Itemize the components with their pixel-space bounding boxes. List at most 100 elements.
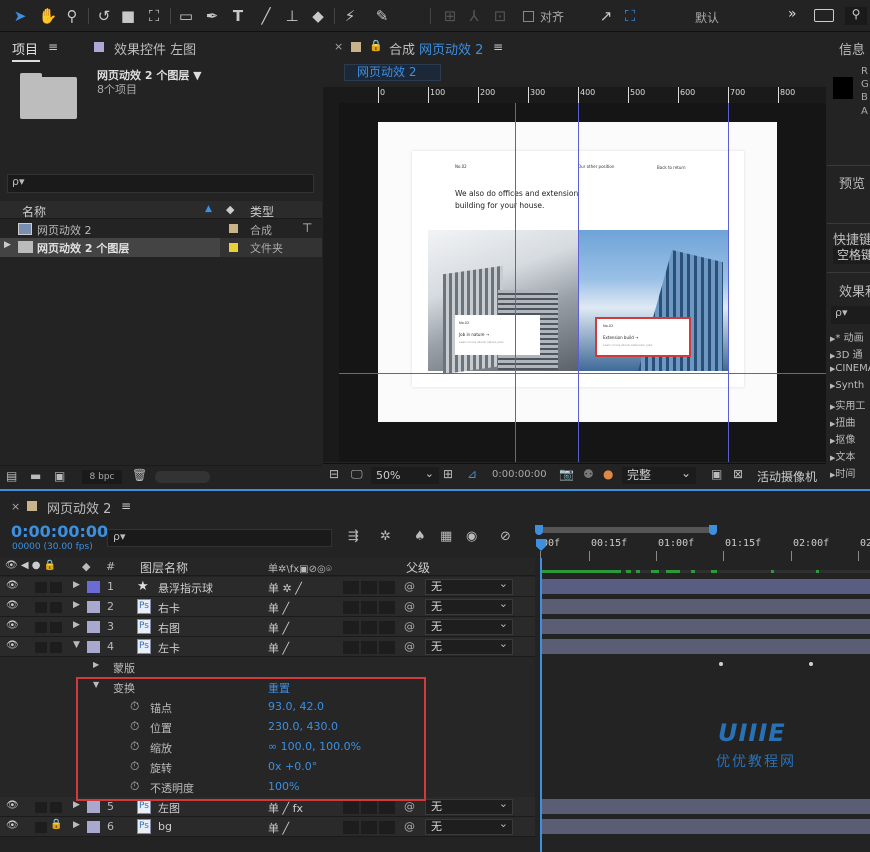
layer-mode-switches[interactable] [343, 601, 395, 614]
expand-arrow-icon[interactable]: ▶ [73, 580, 80, 590]
effect-group-item[interactable]: ▶3D 通 [830, 346, 863, 361]
solo-switch[interactable] [35, 622, 47, 633]
solo-switch[interactable] [35, 822, 47, 833]
show-snapshot-icon[interactable]: ⚉ [583, 467, 594, 481]
layer-switches[interactable]: 单 ╱ fx [268, 800, 303, 816]
label-tag-icon[interactable]: ◆ [82, 560, 90, 573]
visibility-eye-icon[interactable]: 👁 [6, 600, 19, 611]
layer-row[interactable]: 👁 ▼ 4 Ps 左卡 单 ╱ @ 无 [0, 637, 535, 657]
timeline-tab[interactable]: 网页动效 2 [47, 498, 111, 517]
interpret-footage-icon[interactable]: ▤ [6, 469, 17, 483]
work-area-start-handle[interactable] [535, 525, 543, 535]
col-type-header[interactable]: 类型 [250, 203, 274, 220]
pan-behind-tool-icon[interactable]: ⛶ [144, 6, 164, 26]
current-time-display[interactable]: 0:00:00:00 [11, 522, 108, 541]
layer-mode-switches[interactable] [343, 641, 395, 654]
comp-flow-tab[interactable]: 网页动效 2 [344, 64, 441, 81]
info-title[interactable]: 信息 [839, 39, 865, 58]
lock-switch[interactable] [50, 582, 62, 593]
effect-group-item[interactable]: ▶CINEMA [830, 363, 870, 374]
shy-layers-icon[interactable]: ♠ [414, 529, 426, 544]
channel-rgb-icon[interactable]: ● [603, 467, 613, 481]
parent-select[interactable]: 无 [425, 817, 513, 835]
snapshot-camera-icon[interactable]: 📷 [559, 467, 574, 481]
layer-name[interactable]: 悬浮指示球 [158, 580, 213, 596]
parent-header[interactable]: 父级 [406, 559, 430, 576]
pickwhip-icon[interactable]: @ [404, 800, 415, 813]
guide-line-horizontal[interactable] [339, 373, 826, 374]
pickwhip-icon[interactable]: @ [404, 640, 415, 653]
zoom-select[interactable]: 50% ⌄ [371, 467, 439, 484]
label-color-swatch[interactable] [229, 224, 238, 233]
frame-blending-icon[interactable]: ▦ [440, 529, 452, 544]
new-composition-icon[interactable]: ▣ [54, 469, 65, 483]
visibility-eye-icon[interactable]: 👁 [6, 620, 19, 631]
guide-line-vertical[interactable] [578, 103, 579, 462]
draft-3d-icon[interactable]: ✲ [380, 529, 391, 544]
lock-icon[interactable]: 🔒 [50, 819, 62, 830]
snap-target-icon[interactable]: ⛶ [620, 6, 640, 26]
layer-switches[interactable]: 单 ╱ [268, 600, 289, 616]
layer-duration-bar[interactable] [541, 799, 870, 814]
label-color-swatch[interactable] [87, 621, 100, 633]
parent-select[interactable]: 无 [425, 597, 513, 615]
effect-group-item[interactable]: ▶实用工 [830, 397, 865, 412]
effect-group-item[interactable]: ▶时间 [830, 465, 855, 480]
collapse-arrow-icon[interactable]: ▼ [73, 640, 80, 650]
col-name-header[interactable]: 名称 [22, 203, 46, 220]
layer-mode-switches[interactable] [343, 581, 395, 594]
parent-select[interactable]: 无 [425, 797, 513, 815]
work-area-end-handle[interactable] [709, 525, 717, 535]
timeline-search-input[interactable]: ρ▾ [107, 529, 332, 547]
tab-effect-controls[interactable]: 效果控件 左图 [114, 39, 196, 58]
toggle-transparency-icon[interactable]: ▣ [711, 467, 722, 481]
layer-mode-switches[interactable] [343, 821, 395, 834]
flowchart-icon[interactable]: ⊤ [302, 221, 312, 235]
layer-name[interactable]: 左卡 [158, 640, 180, 656]
lock-switch[interactable] [50, 622, 62, 633]
layer-mode-switches[interactable] [343, 621, 395, 634]
solo-switch[interactable] [35, 802, 47, 813]
panel-menu-icon[interactable]: ≡ [121, 499, 131, 513]
expand-arrow-icon[interactable]: ▶ [73, 820, 80, 830]
pickwhip-icon[interactable]: @ [404, 820, 415, 833]
eraser-tool-icon[interactable]: ◆ [308, 6, 328, 26]
layer-switches[interactable]: 单 ╱ [268, 820, 289, 836]
label-color-swatch[interactable] [87, 601, 100, 613]
axis-local-icon[interactable]: ⊞ [440, 6, 460, 26]
lock-icon[interactable]: 🔒 [369, 39, 383, 52]
hand-tool-icon[interactable]: ✋ [38, 6, 58, 26]
comp-tab-label[interactable]: 合成 [389, 39, 415, 58]
layer-row[interactable]: 👁 🔒 ▶ 6 Ps bg 单 ╱ @ 无 [0, 817, 535, 837]
layer-name[interactable]: bg [158, 820, 172, 833]
guide-line-vertical[interactable] [515, 103, 516, 462]
effect-group-item[interactable]: ▶Synth [830, 380, 864, 391]
workspace-more-icon[interactable]: » [788, 6, 797, 22]
snap-checkbox[interactable] [523, 9, 534, 23]
keyframe-marker[interactable] [719, 662, 723, 666]
visibility-eye-icon[interactable]: 👁 [6, 580, 19, 591]
horizontal-ruler[interactable]: 0 100 200 300 400 500 600 700 800 [323, 87, 826, 103]
layer-name-header[interactable]: 图层名称 [140, 559, 188, 576]
lock-switch[interactable] [50, 642, 62, 653]
layer-name[interactable]: 右卡 [158, 600, 180, 616]
label-tag-icon[interactable]: ◆ [226, 203, 234, 216]
parent-select[interactable]: 无 [425, 637, 513, 655]
camera-tool-icon[interactable]: ■ [118, 6, 138, 26]
pickwhip-icon[interactable]: @ [404, 580, 415, 593]
project-item-row-selected[interactable]: ▶ 网页动效 2 个图层 [0, 238, 220, 257]
lock-switch[interactable] [50, 802, 62, 813]
work-area-bar[interactable] [538, 527, 713, 533]
expand-arrow-icon[interactable]: ▶ [93, 660, 99, 669]
label-color-swatch[interactable] [87, 821, 100, 833]
viewer-timecode[interactable]: 0:00:00:00 [492, 469, 547, 480]
visibility-eye-icon[interactable]: 👁 [6, 800, 19, 811]
bit-depth-button[interactable]: 8 bpc [82, 470, 122, 484]
label-color-swatch[interactable] [87, 641, 100, 653]
project-search-input[interactable]: ρ▾ [7, 174, 314, 193]
effect-group-item[interactable]: ▶扭曲 [830, 414, 855, 429]
trash-icon[interactable]: 🗑 [132, 468, 147, 482]
guide-line-vertical[interactable] [728, 103, 729, 462]
close-tab-icon[interactable]: × [11, 500, 20, 513]
panel-menu-icon[interactable]: ≡ [48, 40, 58, 54]
